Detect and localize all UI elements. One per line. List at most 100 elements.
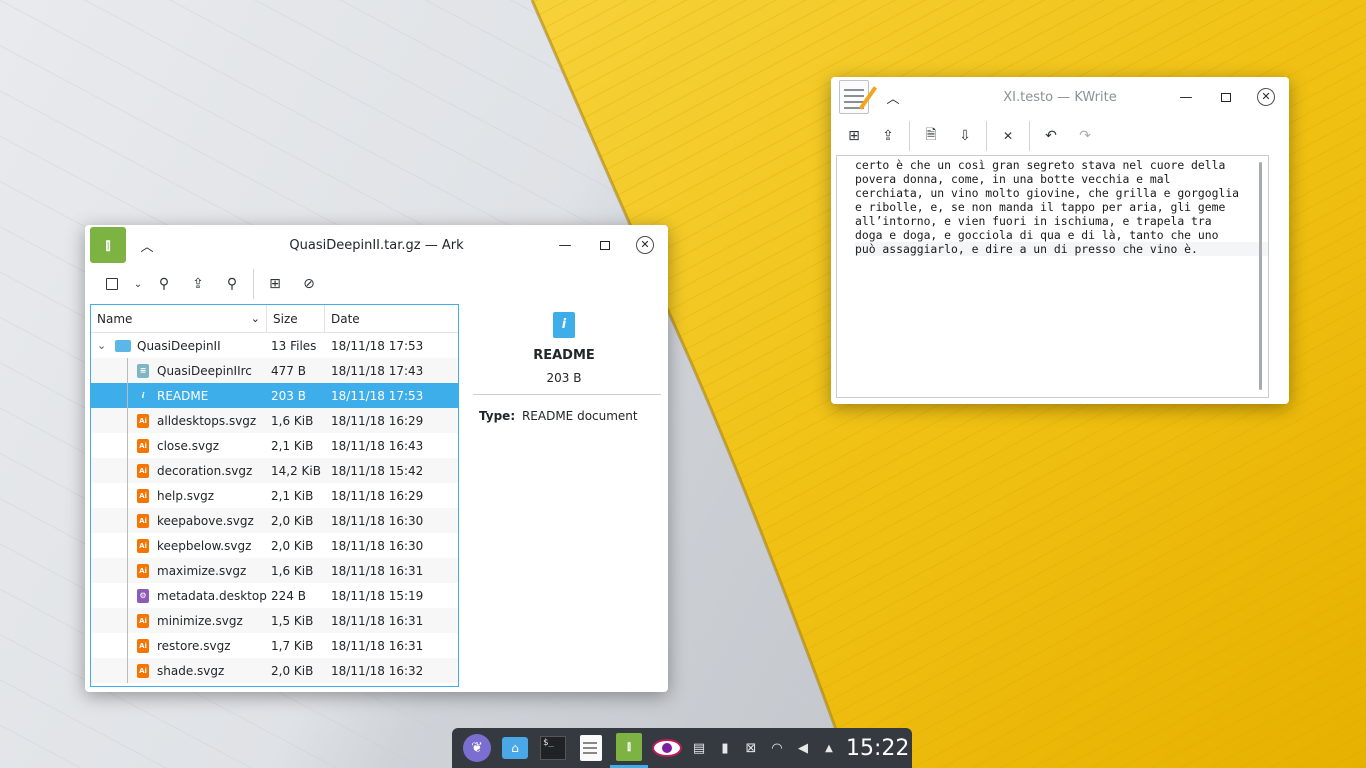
ark-titlebar[interactable]: ⫾ ︿ QuasiDeepinII.tar.gz — Ark — ✕ (85, 225, 668, 265)
maximize-button[interactable] (595, 235, 615, 255)
table-row[interactable]: ≡ QuasiDeepinIIrc 477 B 18/11/18 17:43 (91, 358, 458, 383)
vertical-scrollbar[interactable] (1259, 162, 1262, 390)
text-line: doga e doga, e gocciola di qua e di là, … (855, 228, 1219, 242)
show-hidden-icons-arrow-icon[interactable]: ▲ (816, 728, 842, 768)
volume-icon[interactable]: ◀ (790, 728, 816, 768)
text-editor-icon (580, 735, 602, 761)
file-date: 18/11/18 17:43 (331, 363, 424, 378)
file-name: alldesktops.svgz (157, 413, 257, 428)
table-row[interactable]: Ai minimize.svgz 1,5 KiB 18/11/18 16:31 (91, 608, 458, 633)
file-size: 2,0 KiB (271, 663, 314, 678)
file-name: keepbelow.svgz (157, 538, 252, 553)
preview-button[interactable]: ⚲ (147, 269, 181, 299)
open-button[interactable]: ⇪ (871, 121, 905, 151)
redo-icon: ↷ (1079, 128, 1091, 144)
tree-root-row[interactable]: ⌄ QuasiDeepinII 13 Files 18/11/18 17:53 (91, 333, 458, 358)
magnifier-icon: ⚲ (226, 276, 238, 292)
undo-button[interactable]: ↶ (1034, 121, 1068, 151)
text-line: e ribolle, e, se non manda il tappo per … (855, 200, 1226, 214)
table-row[interactable]: Ai keepbelow.svgz 2,0 KiB 18/11/18 16:30 (91, 533, 458, 558)
launcher-button[interactable]: ❦ (458, 728, 496, 768)
network-disconnected-icon[interactable]: ⊠ (738, 728, 764, 768)
file-date: 18/11/18 16:43 (331, 438, 424, 453)
table-row[interactable]: Ai alldesktops.svgz 1,6 KiB 18/11/18 16:29 (91, 408, 458, 433)
svg-file-icon: Ai (137, 613, 149, 628)
table-row[interactable]: Ai maximize.svgz 1,6 KiB 18/11/18 16:31 (91, 558, 458, 583)
maximize-button[interactable] (1216, 87, 1236, 107)
close-document-button[interactable]: ✕ (991, 121, 1025, 151)
open-menu-dropdown[interactable]: ⌄ (129, 269, 147, 299)
close-icon: ✕ (1257, 88, 1275, 106)
column-size[interactable]: Size (267, 305, 325, 332)
extract-button[interactable]: ⇪ (181, 269, 215, 299)
open-archive-button[interactable] (95, 269, 129, 299)
wifi-icon[interactable]: ◠ (764, 728, 790, 768)
upload-icon: ⇪ (882, 128, 894, 144)
task-terminal[interactable]: $_ (534, 728, 572, 768)
keep-above-button[interactable]: ︿ (137, 235, 157, 255)
name-cell: Ai keepbelow.svgz (91, 533, 267, 558)
kwrite-titlebar[interactable]: ︿ XI.testo — KWrite — ✕ (831, 77, 1289, 117)
table-row[interactable]: Ai restore.svgz 1,7 KiB 18/11/18 16:31 (91, 633, 458, 658)
table-row[interactable]: Ai decoration.svgz 14,2 KiB 18/11/18 15:42 (91, 458, 458, 483)
save-button[interactable]: 🗎 (914, 121, 948, 151)
details-filename: README (533, 348, 595, 363)
svg-file-icon: Ai (137, 463, 149, 478)
editor-text[interactable]: certo è che un così gran segreto stava n… (837, 156, 1268, 256)
sort-chevron-icon: ⌄ (250, 312, 260, 325)
file-date: 18/11/18 17:53 (331, 388, 424, 403)
task-image-viewer[interactable] (648, 728, 686, 768)
file-name: decoration.svgz (157, 463, 253, 478)
details-size: 203 B (546, 371, 582, 385)
task-file-manager[interactable]: ⌂ (496, 728, 534, 768)
svg-file-icon: Ai (137, 488, 149, 503)
keep-above-button[interactable]: ︿ (883, 87, 903, 107)
find-button[interactable]: ⚲ (215, 269, 249, 299)
expand-chevron-icon[interactable]: ⌄ (97, 339, 113, 352)
kwrite-app-icon (839, 80, 878, 114)
table-row[interactable]: Ai close.svgz 2,1 KiB 18/11/18 16:43 (91, 433, 458, 458)
eye-of-gnome-icon (652, 739, 682, 757)
file-size: 2,0 KiB (271, 513, 314, 528)
table-row[interactable]: Ai keepabove.svgz 2,0 KiB 18/11/18 16:30 (91, 508, 458, 533)
file-name: metadata.desktop (157, 588, 267, 603)
new-file-icon: ⊞ (848, 128, 860, 144)
minimize-button[interactable]: — (555, 235, 575, 255)
kwrite-toolbar: ⊞ ⇪ 🗎 ⇩ ✕ ↶ ↷ (831, 117, 1289, 155)
launcher-icon: ❦ (463, 734, 491, 762)
name-cell: Ai keepabove.svgz (91, 508, 267, 533)
window-title: QuasiDeepinII.tar.gz — Ark (289, 237, 464, 253)
minimize-button[interactable]: — (1176, 87, 1196, 107)
clock[interactable]: 15:22 (846, 736, 909, 761)
folder-icon (115, 339, 131, 352)
delete-button[interactable]: ⊘ (292, 269, 326, 299)
info-file-icon: i (137, 388, 149, 403)
new-document-button[interactable]: ⊞ (837, 121, 871, 151)
add-file-button[interactable]: ⊞ (258, 269, 292, 299)
task-archive-manager[interactable]: ⫾ (610, 728, 648, 768)
file-name: QuasiDeepinII (137, 338, 221, 353)
text-editor[interactable]: certo è che un così gran segreto stava n… (836, 155, 1269, 398)
column-date[interactable]: Date (325, 305, 458, 332)
file-date: 18/11/18 17:53 (331, 338, 424, 353)
redo-button[interactable]: ↷ (1068, 121, 1102, 151)
close-button[interactable]: ✕ (1256, 87, 1276, 107)
save-icon: 🗎 (925, 127, 937, 143)
ark-window: ⫾ ︿ QuasiDeepinII.tar.gz — Ark — ✕ ⌄ ⚲ ⇪… (85, 225, 668, 692)
save-as-icon: ⇩ (959, 128, 971, 144)
toolbar-separator (253, 269, 254, 299)
usb-device-icon[interactable]: ▮ (712, 728, 738, 768)
archive-icon (106, 278, 118, 290)
column-name[interactable]: Name ⌄ (91, 305, 267, 332)
task-text-editor[interactable] (572, 728, 610, 768)
table-row[interactable]: i README 203 B 18/11/18 17:53 (91, 383, 458, 408)
clipboard-icon[interactable]: ▤ (686, 728, 712, 768)
table-row[interactable]: ⚙ metadata.desktop 224 B 18/11/18 15:19 (91, 583, 458, 608)
table-row[interactable]: Ai help.svgz 2,1 KiB 18/11/18 16:29 (91, 483, 458, 508)
tree-line (127, 408, 128, 433)
close-button[interactable]: ✕ (635, 235, 655, 255)
table-row[interactable]: Ai shade.svgz 2,0 KiB 18/11/18 16:32 (91, 658, 458, 683)
save-as-button[interactable]: ⇩ (948, 121, 982, 151)
file-name: close.svgz (157, 438, 219, 453)
file-name: QuasiDeepinIIrc (157, 363, 252, 378)
